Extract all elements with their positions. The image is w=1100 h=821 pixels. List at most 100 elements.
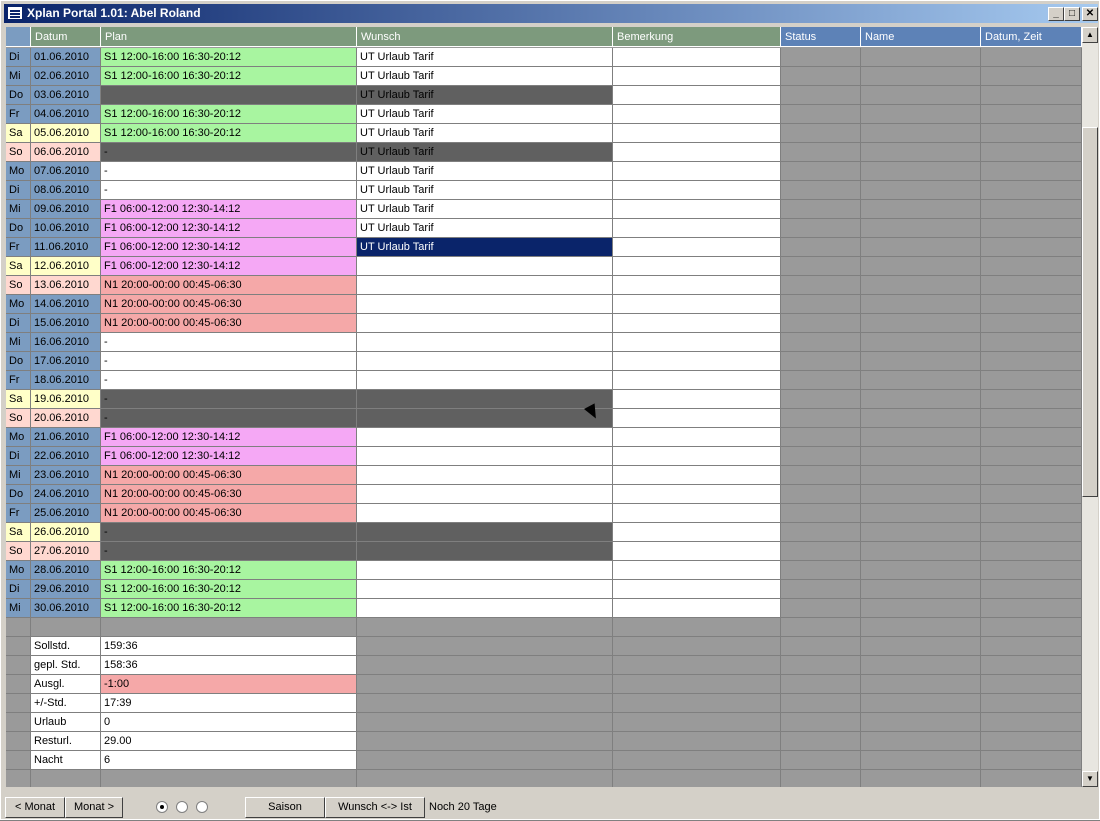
wunsch-cell[interactable] (357, 561, 613, 580)
bemerkung-cell[interactable] (613, 314, 781, 333)
bemerkung-cell[interactable] (613, 238, 781, 257)
bemerkung-cell[interactable] (613, 447, 781, 466)
date-cell[interactable]: 04.06.2010 (31, 105, 101, 124)
date-cell[interactable]: 17.06.2010 (31, 352, 101, 371)
plan-cell[interactable]: - (101, 143, 357, 162)
header-status[interactable]: Status (781, 27, 861, 47)
bemerkung-cell[interactable] (613, 485, 781, 504)
plan-cell[interactable]: S1 12:00-16:00 16:30-20:12 (101, 599, 357, 618)
wunsch-cell[interactable]: UT Urlaub Tarif (357, 143, 613, 162)
wunsch-cell[interactable]: UT Urlaub Tarif (357, 219, 613, 238)
plan-cell[interactable]: F1 06:00-12:00 12:30-14:12 (101, 447, 357, 466)
plan-cell[interactable]: - (101, 162, 357, 181)
radio-3[interactable] (196, 801, 208, 813)
date-cell[interactable]: 08.06.2010 (31, 181, 101, 200)
plan-cell[interactable]: S1 12:00-16:00 16:30-20:12 (101, 67, 357, 86)
wunsch-cell[interactable] (357, 428, 613, 447)
wunsch-cell[interactable] (357, 257, 613, 276)
wunsch-cell[interactable]: UT Urlaub Tarif (357, 105, 613, 124)
wunsch-cell[interactable]: UT Urlaub Tarif (357, 67, 613, 86)
plan-cell[interactable]: - (101, 523, 357, 542)
vertical-scrollbar[interactable]: ▲ ▼ (1082, 27, 1098, 787)
date-cell[interactable]: 20.06.2010 (31, 409, 101, 428)
wunsch-cell[interactable]: UT Urlaub Tarif (357, 181, 613, 200)
date-cell[interactable]: 25.06.2010 (31, 504, 101, 523)
plan-cell[interactable]: - (101, 542, 357, 561)
date-cell[interactable]: 22.06.2010 (31, 447, 101, 466)
wunsch-cell[interactable]: UT Urlaub Tarif (357, 200, 613, 219)
plan-cell[interactable]: - (101, 333, 357, 352)
date-cell[interactable]: 30.06.2010 (31, 599, 101, 618)
wunsch-cell[interactable]: UT Urlaub Tarif (357, 162, 613, 181)
date-cell[interactable]: 09.06.2010 (31, 200, 101, 219)
wunsch-cell[interactable]: UT Urlaub Tarif (357, 48, 613, 67)
bemerkung-cell[interactable] (613, 523, 781, 542)
wunsch-cell[interactable] (357, 333, 613, 352)
wunsch-cell[interactable] (357, 523, 613, 542)
bemerkung-cell[interactable] (613, 276, 781, 295)
plan-cell[interactable]: N1 20:00-00:00 00:45-06:30 (101, 466, 357, 485)
header-plan[interactable]: Plan (101, 27, 357, 47)
bemerkung-cell[interactable] (613, 409, 781, 428)
plan-cell[interactable]: - (101, 409, 357, 428)
bemerkung-cell[interactable] (613, 124, 781, 143)
title-bar[interactable]: Xplan Portal 1.01: Abel Roland _ □ ✕ (4, 4, 1098, 23)
wunsch-ist-button[interactable]: Wunsch <-> Ist (325, 797, 425, 818)
plan-cell[interactable]: - (101, 371, 357, 390)
wunsch-cell[interactable] (357, 504, 613, 523)
close-icon[interactable]: ✕ (1082, 7, 1098, 21)
wunsch-cell[interactable] (357, 599, 613, 618)
date-cell[interactable]: 16.06.2010 (31, 333, 101, 352)
plan-cell[interactable]: - (101, 181, 357, 200)
date-cell[interactable]: 15.06.2010 (31, 314, 101, 333)
radio-2[interactable] (176, 801, 188, 813)
bemerkung-cell[interactable] (613, 257, 781, 276)
plan-cell[interactable]: - (101, 390, 357, 409)
plan-cell[interactable]: S1 12:00-16:00 16:30-20:12 (101, 105, 357, 124)
bemerkung-cell[interactable] (613, 371, 781, 390)
bemerkung-cell[interactable] (613, 48, 781, 67)
plan-cell[interactable]: S1 12:00-16:00 16:30-20:12 (101, 124, 357, 143)
date-cell[interactable]: 21.06.2010 (31, 428, 101, 447)
bemerkung-cell[interactable] (613, 105, 781, 124)
date-cell[interactable]: 24.06.2010 (31, 485, 101, 504)
date-cell[interactable]: 27.06.2010 (31, 542, 101, 561)
scroll-up-icon[interactable]: ▲ (1082, 27, 1098, 43)
wunsch-cell[interactable] (357, 580, 613, 599)
header-wunsch[interactable]: Wunsch (357, 27, 613, 47)
next-month-button[interactable]: Monat > (65, 797, 123, 818)
wunsch-cell[interactable] (357, 276, 613, 295)
date-cell[interactable]: 01.06.2010 (31, 48, 101, 67)
wunsch-cell[interactable] (357, 295, 613, 314)
plan-cell[interactable]: F1 06:00-12:00 12:30-14:12 (101, 219, 357, 238)
bemerkung-cell[interactable] (613, 561, 781, 580)
date-cell[interactable]: 28.06.2010 (31, 561, 101, 580)
plan-cell[interactable] (101, 86, 357, 105)
bemerkung-cell[interactable] (613, 86, 781, 105)
plan-cell[interactable]: N1 20:00-00:00 00:45-06:30 (101, 276, 357, 295)
date-cell[interactable]: 13.06.2010 (31, 276, 101, 295)
scroll-thumb[interactable] (1082, 127, 1098, 497)
plan-cell[interactable]: - (101, 352, 357, 371)
prev-month-button[interactable]: < Monat (5, 797, 65, 818)
date-cell[interactable]: 19.06.2010 (31, 390, 101, 409)
bemerkung-cell[interactable] (613, 599, 781, 618)
plan-cell[interactable]: N1 20:00-00:00 00:45-06:30 (101, 314, 357, 333)
plan-cell[interactable]: F1 06:00-12:00 12:30-14:12 (101, 238, 357, 257)
wunsch-cell[interactable] (357, 352, 613, 371)
date-cell[interactable]: 06.06.2010 (31, 143, 101, 162)
bemerkung-cell[interactable] (613, 143, 781, 162)
bemerkung-cell[interactable] (613, 162, 781, 181)
bemerkung-cell[interactable] (613, 219, 781, 238)
plan-cell[interactable]: S1 12:00-16:00 16:30-20:12 (101, 580, 357, 599)
wunsch-cell[interactable] (357, 314, 613, 333)
header-datum-zeit[interactable]: Datum, Zeit (981, 27, 1082, 47)
date-cell[interactable]: 26.06.2010 (31, 523, 101, 542)
date-cell[interactable]: 23.06.2010 (31, 466, 101, 485)
bemerkung-cell[interactable] (613, 200, 781, 219)
bemerkung-cell[interactable] (613, 504, 781, 523)
saison-button[interactable]: Saison (245, 797, 325, 818)
header-bemerkung[interactable]: Bemerkung (613, 27, 781, 47)
date-cell[interactable]: 03.06.2010 (31, 86, 101, 105)
plan-cell[interactable]: N1 20:00-00:00 00:45-06:30 (101, 295, 357, 314)
